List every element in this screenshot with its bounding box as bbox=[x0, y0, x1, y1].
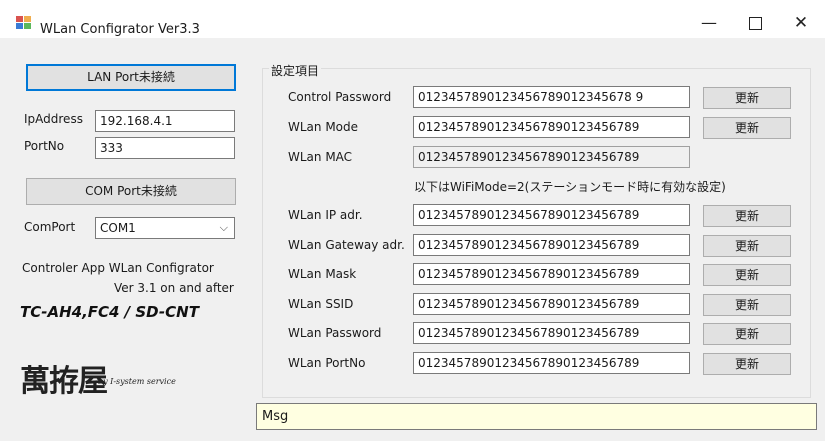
info-line-1: Controler App WLan Configrator bbox=[22, 261, 214, 275]
minimize-button[interactable]: — bbox=[686, 8, 732, 38]
comport-select[interactable]: COM1 ⌵ bbox=[95, 217, 235, 239]
maximize-button[interactable] bbox=[732, 8, 778, 38]
wlan-portno-input[interactable]: 01234578901234567890123456789 bbox=[413, 352, 690, 374]
wlan-ssid-input[interactable]: 01234578901234567890123456789 bbox=[413, 293, 690, 315]
label-wlan-gateway: WLan Gateway adr. bbox=[288, 238, 405, 252]
wlan-gateway-input[interactable]: 01234578901234567890123456789 bbox=[413, 234, 690, 256]
control-password-input[interactable]: 0123457890123456789012345678 9 bbox=[413, 86, 690, 108]
window-title: WLan Configrator Ver3.3 bbox=[40, 22, 200, 37]
wlan-mac-field: 01234578901234567890123456789 bbox=[413, 146, 690, 168]
ipaddress-label: IpAddress bbox=[24, 112, 83, 126]
brand-logo: 萬拵屋 bbox=[20, 364, 108, 399]
ipaddress-input[interactable]: 192.168.4.1 bbox=[95, 110, 235, 132]
com-port-button[interactable]: COM Port未接続 bbox=[26, 178, 236, 205]
wlan-mode-input[interactable]: 01234578901234567890123456789 bbox=[413, 116, 690, 138]
update-wlan-portno-button[interactable]: 更新 bbox=[703, 353, 791, 375]
wlan-password-input[interactable]: 01234578901234567890123456789 bbox=[413, 322, 690, 344]
label-wlan-ssid: WLan SSID bbox=[288, 297, 354, 311]
wlan-ip-input[interactable]: 01234578901234567890123456789 bbox=[413, 204, 690, 226]
update-control-password-button[interactable]: 更新 bbox=[703, 87, 791, 109]
label-wlan-ip: WLan IP adr. bbox=[288, 208, 363, 222]
update-wlan-ip-button[interactable]: 更新 bbox=[703, 205, 791, 227]
station-mode-note: 以下はWiFiMode=2(ステーションモード時に有効な設定) bbox=[414, 180, 726, 194]
label-wlan-portno: WLan PortNo bbox=[288, 356, 366, 370]
update-wlan-ssid-button[interactable]: 更新 bbox=[703, 294, 791, 316]
comport-label: ComPort bbox=[24, 220, 76, 234]
update-wlan-gateway-button[interactable]: 更新 bbox=[703, 235, 791, 257]
label-wlan-mode: WLan Mode bbox=[288, 120, 359, 134]
label-wlan-mask: WLan Mask bbox=[288, 267, 357, 281]
label-control-password: Control Password bbox=[288, 90, 392, 104]
comport-value: COM1 bbox=[100, 221, 136, 235]
label-wlan-password: WLan Password bbox=[288, 326, 382, 340]
chevron-down-icon: ⌵ bbox=[219, 221, 228, 234]
close-button[interactable]: ✕ bbox=[778, 8, 824, 38]
update-wlan-mode-button[interactable]: 更新 bbox=[703, 117, 791, 139]
label-wlan-mac: WLan MAC bbox=[288, 150, 353, 164]
wlan-mask-input[interactable]: 01234578901234567890123456789 bbox=[413, 263, 690, 285]
settings-group-title: 設定項目 bbox=[269, 62, 322, 79]
brand-subtitle: by I-system service bbox=[98, 377, 176, 386]
message-box[interactable]: Msg bbox=[256, 403, 817, 430]
app-icon bbox=[16, 16, 32, 30]
portno-input[interactable]: 333 bbox=[95, 137, 235, 159]
update-wlan-mask-button[interactable]: 更新 bbox=[703, 264, 791, 286]
portno-label: PortNo bbox=[24, 139, 65, 153]
model-text: TC-AH4,FC4 / SD-CNT bbox=[20, 303, 199, 321]
maximize-icon bbox=[748, 17, 762, 30]
update-wlan-password-button[interactable]: 更新 bbox=[703, 323, 791, 345]
lan-port-button[interactable]: LAN Port未接続 bbox=[26, 64, 236, 91]
info-line-2: Ver 3.1 on and after bbox=[114, 281, 234, 295]
